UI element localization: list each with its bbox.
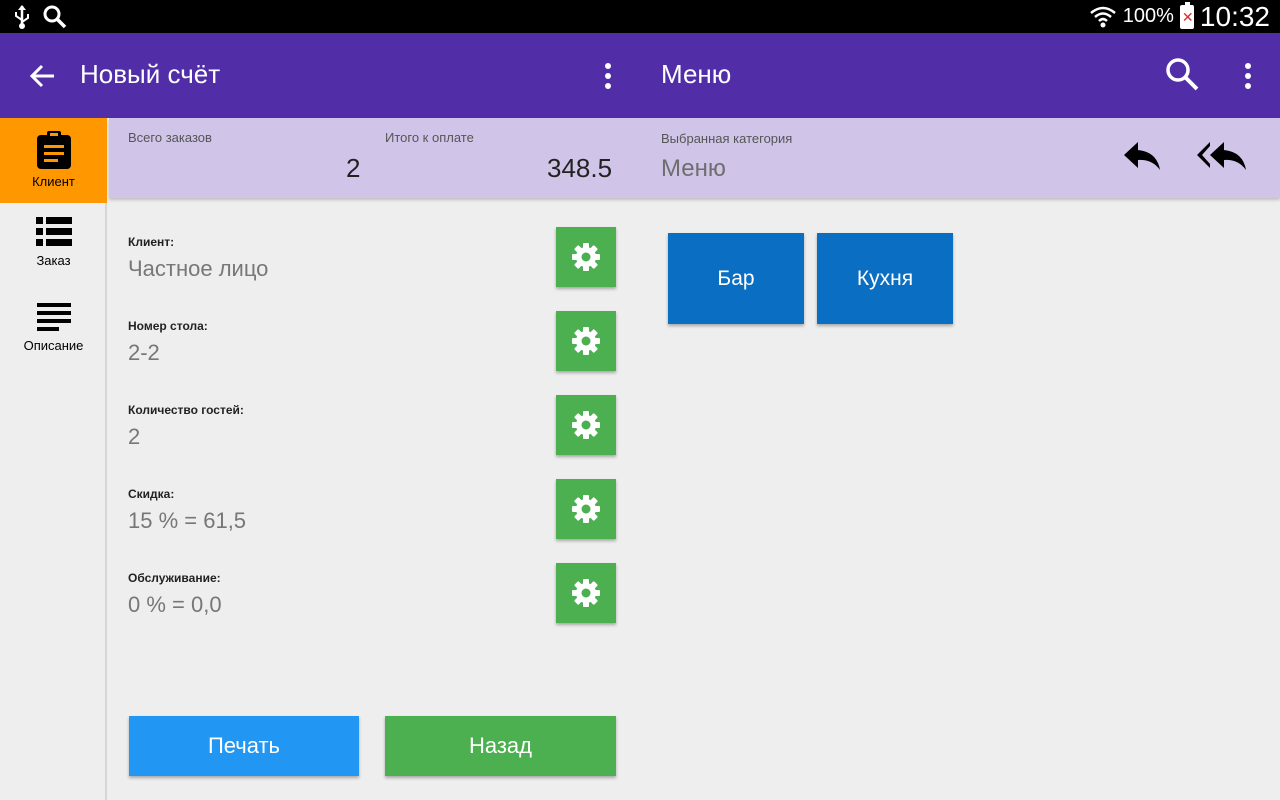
sidebar-item-description[interactable]: Описание [0, 288, 107, 373]
service-label: Обслуживание: [128, 571, 221, 585]
sidebar-item-label: Описание [23, 338, 84, 353]
reply-all-icon[interactable] [1196, 140, 1248, 172]
discount-settings-button[interactable] [556, 479, 616, 539]
selected-category-label: Выбранная категория [661, 131, 793, 146]
sidebar: Клиент Заказ Описание [0, 118, 107, 800]
search-icon [43, 5, 67, 29]
gear-icon [572, 327, 600, 355]
orders-count-label: Всего заказов [128, 130, 212, 145]
reply-icon[interactable] [1122, 140, 1162, 172]
more-vert-icon[interactable] [596, 61, 620, 91]
discount-value: 15 % = 61,5 [128, 508, 247, 533]
guests-count-label: Количество гостей: [128, 403, 244, 417]
guests-settings-button[interactable] [556, 395, 616, 455]
clock: 10:32 [1199, 0, 1270, 32]
total-value: 348.5 [547, 153, 613, 183]
discount-label: Скидка: [128, 487, 175, 501]
sidebar-item-client[interactable]: Клиент [0, 118, 107, 203]
back-arrow-icon[interactable] [28, 61, 58, 91]
client-value: Частное лицо [128, 256, 269, 281]
battery-icon: ✕ [1179, 1, 1194, 29]
sidebar-item-order[interactable]: Заказ [0, 203, 107, 288]
gear-icon [572, 495, 600, 523]
category-bar-button[interactable]: Бар [668, 233, 804, 324]
gear-icon [572, 411, 600, 439]
clipboard-icon [36, 131, 71, 169]
sidebar-item-label: Клиент [32, 174, 75, 189]
gear-icon [572, 579, 600, 607]
client-label: Клиент: [128, 235, 175, 249]
menu-title: Меню [661, 59, 732, 89]
orders-count-value: 2 [346, 153, 361, 183]
app-bar: Новый счёт Меню [0, 33, 1280, 118]
service-value: 0 % = 0,0 [128, 592, 222, 617]
search-icon[interactable] [1164, 56, 1200, 92]
guests-count-value: 2 [128, 424, 141, 449]
table-number-label: Номер стола: [128, 319, 208, 333]
selected-category-value: Меню [661, 155, 726, 182]
status-bar: 100% ✕ 10:32 [0, 0, 1280, 33]
total-label: Итого к оплате [385, 130, 474, 145]
service-settings-button[interactable] [556, 563, 616, 623]
category-kitchen-button[interactable]: Кухня [817, 233, 953, 324]
table-number-value: 2-2 [128, 340, 160, 365]
usb-icon [15, 5, 29, 29]
text-lines-icon [36, 303, 71, 331]
table-settings-button[interactable] [556, 311, 616, 371]
gear-icon [572, 243, 600, 271]
wifi-icon [1089, 6, 1116, 27]
print-button[interactable]: Печать [129, 716, 359, 776]
back-button[interactable]: Назад [385, 716, 616, 776]
page-title: Новый счёт [80, 59, 221, 89]
more-vert-icon[interactable] [1236, 61, 1260, 91]
client-settings-button[interactable] [556, 227, 616, 287]
sidebar-item-label: Заказ [36, 253, 71, 268]
list-icon [35, 217, 72, 246]
battery-percent: 100% [1122, 5, 1174, 27]
